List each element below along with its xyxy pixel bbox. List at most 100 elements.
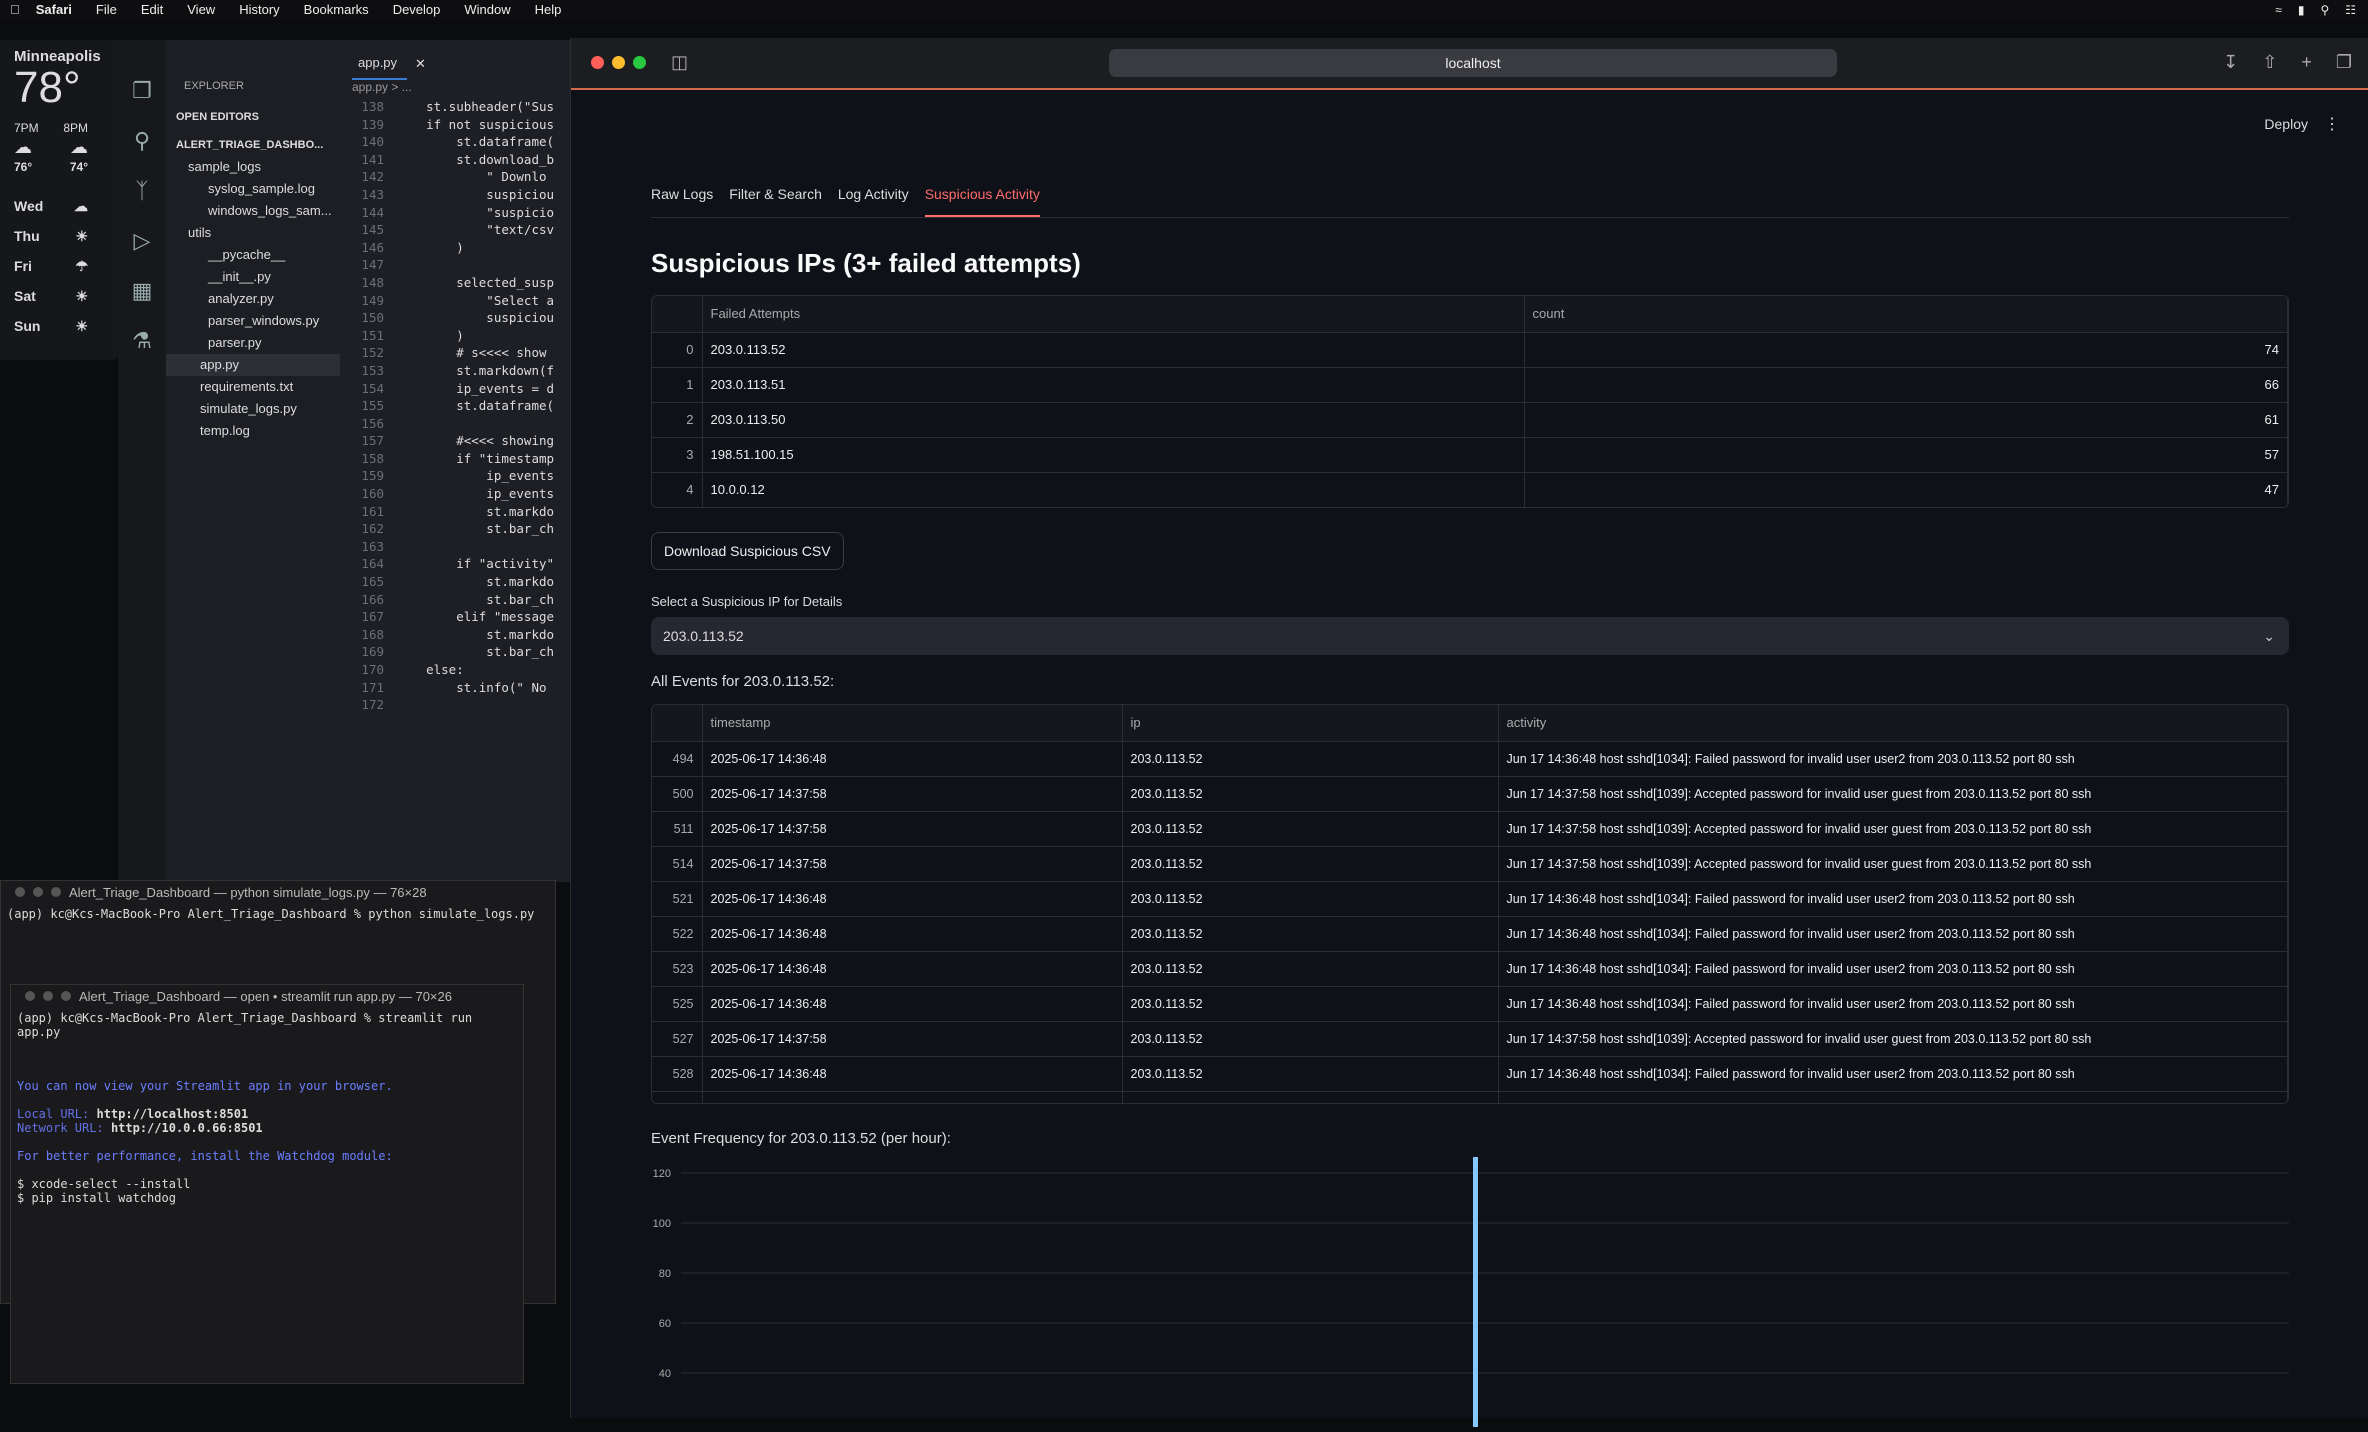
menu-history[interactable]: History [239,2,279,17]
code-line[interactable]: 166 st.bar_ch [340,591,570,609]
close-button[interactable] [591,56,604,69]
table-row[interactable]: 1 203.0.113.51 66 [652,366,2288,402]
suspicious-ips-table[interactable]: Failed Attempts count 0 203.0.113.52 74 1 203… [651,295,2289,508]
download-csv-button[interactable]: Download Suspicious CSV [651,532,844,570]
code-line[interactable]: 141 st.download_b [340,151,570,169]
tree-item[interactable]: parser_windows.py [166,310,340,332]
menu-view[interactable]: View [187,2,215,17]
tree-item[interactable]: analyzer.py [166,288,340,310]
control-center-icon[interactable]: ☷ [2345,3,2356,17]
tab-app-py[interactable]: app.py [352,55,408,80]
tab-overview-icon[interactable]: ❐ [2336,52,2352,73]
code-line[interactable]: 138 st.subheader("Sus [340,98,570,116]
open-editors[interactable]: OPEN EDITORS [166,106,340,128]
deploy-button[interactable]: Deploy [2264,116,2308,132]
table-row[interactable]: 2 203.0.113.50 61 [652,401,2288,437]
tree-item[interactable]: temp.log [166,420,340,442]
project-folder[interactable]: ALERT_TRIAGE_DASHBO... [166,134,340,156]
chart-bar[interactable] [1473,1157,1478,1427]
tree-item[interactable]: windows_logs_sam... [166,200,340,222]
menu-window[interactable]: Window [464,2,510,17]
code-line[interactable]: 172 [340,696,570,714]
table-row[interactable]: 5292025-06-17 14:37:58203.0.113.52Jun 17… [652,1090,2288,1103]
tree-item[interactable]: __pycache__ [166,244,340,266]
testing-icon[interactable]: ⚗ [132,328,152,354]
tree-item[interactable]: syslog_sample.log [166,178,340,200]
tree-item[interactable]: utils [166,222,340,244]
tab-filter-search[interactable]: Filter & Search [729,178,822,217]
code-line[interactable]: 152 # s<<<< show [340,344,570,362]
table-row[interactable]: 514 2025-06-17 14:37:58 203.0.113.52 Jun 17… [652,845,2288,881]
code-line[interactable]: 156 [340,415,570,433]
search-icon[interactable]: ⚲ [134,128,150,154]
code-line[interactable]: 167 elif "message [340,608,570,626]
address-bar[interactable]: localhost [1109,49,1837,77]
tree-item[interactable]: simulate_logs.py [166,398,340,420]
table-row[interactable]: 522 2025-06-17 14:36:48 203.0.113.52 Jun 17… [652,915,2288,951]
code-line[interactable]: 146 ) [340,239,570,257]
zoom-button[interactable] [633,56,646,69]
terminal-output[interactable]: (app) kc@Kcs-MacBook-Pro Alert_Triage_Da… [11,1007,523,1209]
code-line[interactable]: 153 st.markdown(f [340,362,570,380]
column-header[interactable]: activity [1498,705,2288,741]
menu-bookmarks[interactable]: Bookmarks [304,2,369,17]
table-row[interactable]: 500 2025-06-17 14:37:58 203.0.113.52 Jun 17… [652,775,2288,811]
menu-help[interactable]: Help [535,2,562,17]
source-control-icon[interactable]: ᛉ [135,178,148,204]
battery-icon[interactable]: ▮ [2298,3,2305,17]
tree-item[interactable]: __init__.py [166,266,340,288]
code-line[interactable]: 139 if not suspicious [340,116,570,134]
code-line[interactable]: 168 st.markdo [340,626,570,644]
minimize-button[interactable] [612,56,625,69]
code-line[interactable]: 164 if "activity" [340,555,570,573]
column-header[interactable]: Failed Attempts [702,296,1525,332]
extensions-icon[interactable]: ▦ [132,278,153,304]
column-header[interactable]: timestamp [702,705,1123,741]
tab-log-activity[interactable]: Log Activity [838,178,909,217]
code-line[interactable]: 158 if "timestamp [340,450,570,468]
tree-item[interactable]: requirements.txt [166,376,340,398]
search-icon[interactable]: ⚲ [2320,3,2329,17]
code-line[interactable]: 147 [340,256,570,274]
code-line[interactable]: 144 "suspicio [340,204,570,222]
menu-edit[interactable]: Edit [141,2,163,17]
code-line[interactable]: 162 st.bar_ch [340,520,570,538]
files-icon[interactable]: ❐ [132,78,152,104]
frequency-chart[interactable]: 40 60 80 100 120 [651,1157,2289,1427]
table-row[interactable]: 511 2025-06-17 14:37:58 203.0.113.52 Jun 17… [652,810,2288,846]
code-line[interactable]: 150 suspiciou [340,309,570,327]
column-header[interactable]: count [1524,296,2288,332]
table-row[interactable]: 4 10.0.0.12 47 [652,471,2288,507]
menu-file[interactable]: File [96,2,117,17]
code-line[interactable]: 169 st.bar_ch [340,643,570,661]
terminal-prompt[interactable]: (app) kc@Kcs-MacBook-Pro Alert_Triage_Da… [1,903,555,925]
code-lines[interactable]: 138 st.subheader("Sus 139 if not suspicio… [340,98,570,714]
code-line[interactable]: 161 st.markdo [340,503,570,521]
sidebar-icon[interactable]: ◫ [671,52,688,73]
run-debug-icon[interactable]: ▷ [134,228,151,254]
table-row[interactable]: 494 2025-06-17 14:36:48 203.0.113.52 Jun 17… [652,740,2288,776]
code-line[interactable]: 151 ) [340,327,570,345]
table-row[interactable]: 527 2025-06-17 14:37:58 203.0.113.52 Jun 17… [652,1020,2288,1056]
code-line[interactable]: 142 " Downlo [340,168,570,186]
ip-select[interactable]: 203.0.113.52 ⌄ [651,617,2289,655]
code-line[interactable]: 159 ip_events [340,467,570,485]
code-line[interactable]: 149 "Select a [340,292,570,310]
code-line[interactable]: 160 ip_events [340,485,570,503]
kebab-menu-icon[interactable]: ⋮ [2324,114,2340,134]
wifi-icon[interactable]: ≈ [2275,3,2282,17]
code-line[interactable]: 171 st.info(" No [340,679,570,697]
code-line[interactable]: 148 selected_susp [340,274,570,292]
share-icon[interactable]: ⇧ [2262,52,2277,73]
code-line[interactable]: 143 suspiciou [340,186,570,204]
table-row[interactable]: 528 2025-06-17 14:36:48 203.0.113.52 Jun 17… [652,1055,2288,1091]
table-row[interactable]: 525 2025-06-17 14:36:48 203.0.113.52 Jun 17… [652,985,2288,1021]
table-row[interactable]: 521 2025-06-17 14:36:48 203.0.113.52 Jun 17… [652,880,2288,916]
table-row[interactable]: 3 198.51.100.15 57 [652,436,2288,472]
tree-item[interactable]: sample_logs [166,156,340,178]
tree-item-active[interactable]: app.py [166,354,340,376]
code-line[interactable]: 154 ip_events = d [340,380,570,398]
new-tab-icon[interactable]: + [2301,52,2312,73]
code-line[interactable]: 140 st.dataframe( [340,133,570,151]
code-line[interactable]: 145 "text/csv [340,221,570,239]
